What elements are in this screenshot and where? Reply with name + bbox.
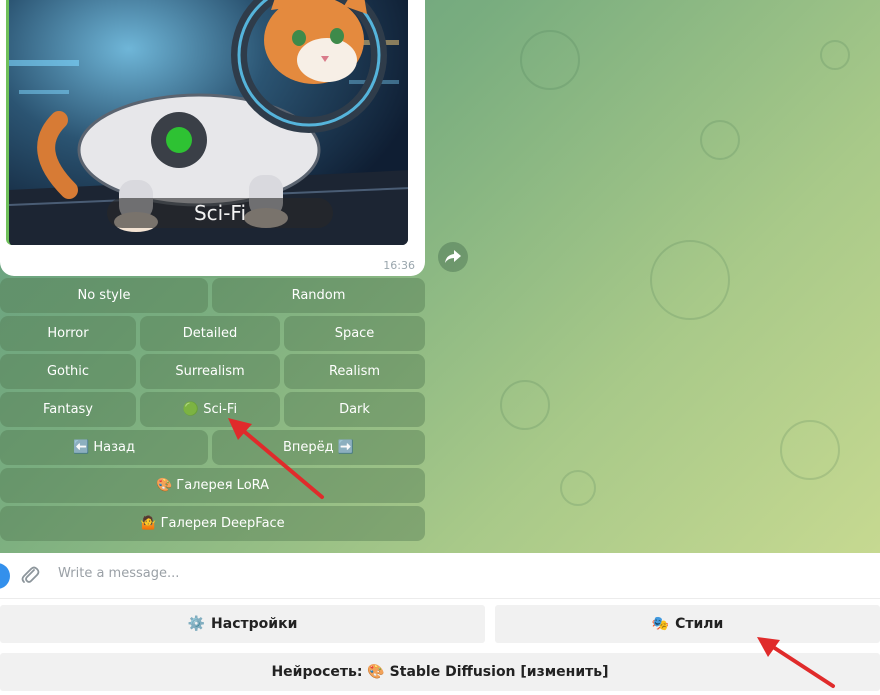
style-button-horror[interactable]: Horror [0,316,136,351]
style-button-surrealism[interactable]: Surrealism [140,354,280,389]
network-button[interactable]: Нейросеть: 🎨 Stable Diffusion [изменить] [0,653,880,691]
styles-button[interactable]: 🎭 Стили [495,605,880,643]
style-button-sci-fi-selected[interactable]: 🟢 Sci-Fi [140,392,280,427]
style-button-fantasy[interactable]: Fantasy [0,392,136,427]
message-input-bar [0,553,880,599]
styles-label: Стили [675,616,724,632]
network-label: Нейросеть: 🎨 Stable Diffusion [изменить] [271,664,609,680]
forward-page-button[interactable]: Вперёд ➡️ [212,430,425,465]
style-button-detailed[interactable]: Detailed [140,316,280,351]
photo-caption: Sci-Fi [107,198,333,228]
wallpaper-doodle [780,420,840,480]
attach-icon[interactable] [20,564,40,586]
style-button-no-style[interactable]: No style [0,278,208,313]
lora-gallery-button[interactable]: 🎨 Галерея LoRA [0,468,425,503]
settings-label: Настройки [211,616,298,632]
theater-masks-icon: 🎭 [651,616,670,632]
forward-button[interactable] [438,242,468,272]
photo-message: Sci-Fi 16:36 [0,0,425,276]
generated-image[interactable]: Sci-Fi [6,0,408,245]
back-button[interactable]: ⬅️ Назад [0,430,208,465]
chat-area: Sci-Fi 16:36 No style Random Horror Deta… [0,0,880,553]
wallpaper-doodle [820,40,850,70]
settings-button[interactable]: ⚙️ Настройки [0,605,485,643]
wallpaper-doodle [500,380,550,430]
style-button-realism[interactable]: Realism [284,354,425,389]
style-button-dark[interactable]: Dark [284,392,425,427]
style-button-space[interactable]: Space [284,316,425,351]
wallpaper-doodle [560,470,596,506]
wallpaper-doodle [520,30,580,90]
forward-arrow-icon [445,250,461,263]
style-button-random[interactable]: Random [212,278,425,313]
style-button-gothic[interactable]: Gothic [0,354,136,389]
message-input[interactable] [58,566,658,581]
wallpaper-doodle [650,240,730,320]
deepface-gallery-button[interactable]: 🤷 Галерея DeepFace [0,506,425,541]
menu-button[interactable] [0,563,10,589]
message-time: 16:36 [383,259,415,272]
gear-icon: ⚙️ [187,616,206,632]
wallpaper-doodle [700,120,740,160]
